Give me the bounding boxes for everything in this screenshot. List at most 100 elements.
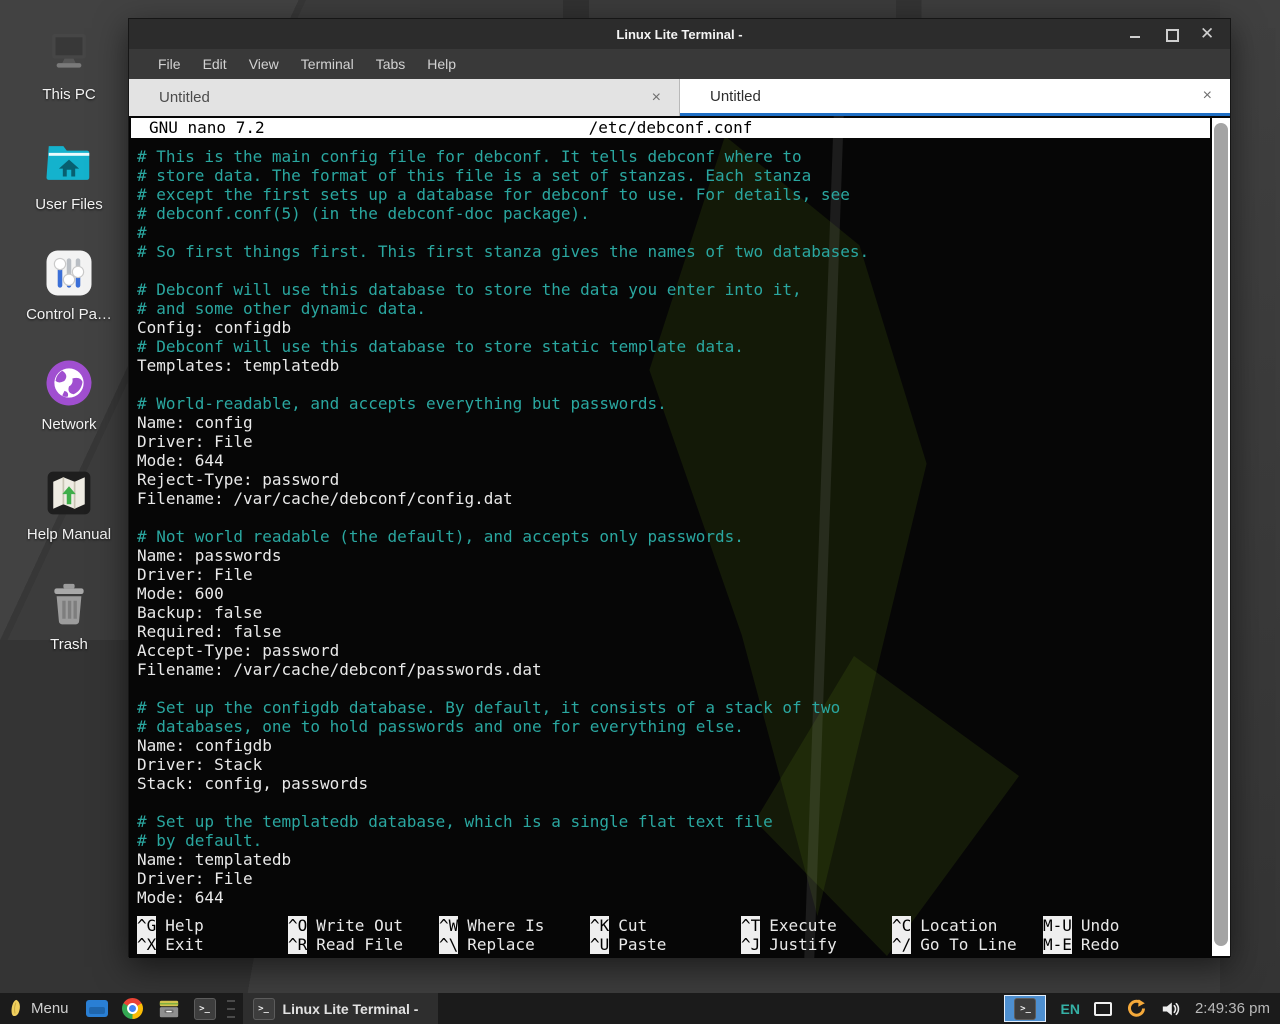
tab-label: Untitled [159, 89, 210, 106]
nano-shortcut: ^JJustify [741, 935, 892, 954]
tab-close-icon[interactable]: × [1203, 87, 1212, 105]
nano-line [137, 508, 1204, 527]
menu-edit[interactable]: Edit [192, 52, 238, 76]
volume-icon[interactable] [1161, 1000, 1181, 1018]
tab-label: Untitled [710, 88, 761, 105]
terminal-icon: >_ [194, 998, 216, 1020]
nano-line: # Set up the configdb database. By defau… [137, 698, 1204, 717]
nano-line: # by default. [137, 831, 1204, 850]
taskbar-window-label: Linux Lite Terminal - [283, 1001, 419, 1017]
menu-file[interactable]: File [147, 52, 192, 76]
nano-line: Driver: Stack [137, 755, 1204, 774]
clock[interactable]: 2:49:36 pm [1195, 1000, 1270, 1017]
scrollbar-track[interactable] [1212, 118, 1230, 956]
maximize-icon[interactable] [1164, 27, 1178, 41]
file-manager-launcher[interactable] [84, 996, 110, 1022]
window-titlebar[interactable]: Linux Lite Terminal - ✕ [129, 19, 1230, 49]
network-globe-icon [41, 354, 97, 412]
nano-shortcut: ^GHelp [137, 916, 288, 935]
terminal-content[interactable]: GNU nano 7.2 /etc/debconf.conf # This is… [129, 116, 1230, 958]
nano-editor-lines: # This is the main config file for debco… [137, 147, 1204, 907]
menu-terminal[interactable]: Terminal [290, 52, 365, 76]
nano-line: Name: config [137, 413, 1204, 432]
nano-line: # Debconf will use this database to stor… [137, 337, 1204, 356]
nano-line: Accept-Type: password [137, 641, 1204, 660]
nano-line: Name: configdb [137, 736, 1204, 755]
nano-line: Filename: /var/cache/debconf/passwords.d… [137, 660, 1204, 679]
menu-button[interactable]: Menu [0, 993, 79, 1024]
taskbar-separator[interactable] [227, 1000, 235, 1018]
this-pc-icon [41, 24, 97, 82]
window-controls: ✕ [1128, 27, 1230, 41]
nano-line: Templates: templatedb [137, 356, 1204, 375]
nano-line: # Debconf will use this database to stor… [137, 280, 1204, 299]
nano-shortcut: ^OWrite Out [288, 916, 439, 935]
desktop-icon-control-panel[interactable]: Control Pa… [8, 244, 130, 354]
nano-line: # [137, 223, 1204, 242]
nano-line: # debconf.conf(5) (in the debconf-doc pa… [137, 204, 1204, 223]
desktop-icon-network[interactable]: Network [8, 354, 130, 464]
nano-line: Reject-Type: password [137, 470, 1204, 489]
nano-shortcut-bar: ^GHelp ^OWrite Out ^WWhere Is ^KCut ^TEx… [137, 916, 1204, 954]
nano-titlebar: GNU nano 7.2 /etc/debconf.conf [131, 118, 1210, 138]
terminal-window: Linux Lite Terminal - ✕ File Edit View T… [128, 18, 1231, 957]
close-icon[interactable]: ✕ [1200, 27, 1214, 41]
nano-line [137, 679, 1204, 698]
file-manager-icon [86, 1000, 108, 1017]
menu-help[interactable]: Help [416, 52, 467, 76]
taskbar-window-button[interactable]: >_ Linux Lite Terminal - [243, 993, 438, 1024]
tab-untitled-1[interactable]: Untitled × [129, 79, 680, 116]
taskbar: Menu >_ >_ Linux Lite Terminal - >_ EN [0, 993, 1280, 1024]
menu-tabs[interactable]: Tabs [365, 52, 417, 76]
nano-line: # databases, one to hold passwords and o… [137, 717, 1204, 736]
chrome-icon [122, 998, 143, 1019]
nano-shortcut: ^RRead File [288, 935, 439, 954]
nano-line: Name: templatedb [137, 850, 1204, 869]
nano-line: # Not world readable (the default), and … [137, 527, 1204, 546]
desktop-icon-help-manual[interactable]: Help Manual [8, 464, 130, 574]
language-indicator[interactable]: EN [1060, 1001, 1079, 1017]
desktop-icon-label: Control Pa… [26, 306, 112, 323]
minimize-icon[interactable] [1128, 27, 1142, 41]
nano-line: Driver: File [137, 869, 1204, 888]
nano-filename: /etc/debconf.conf [131, 118, 1210, 138]
trash-icon [41, 574, 97, 632]
terminal-icon: >_ [1014, 998, 1036, 1020]
nano-shortcut: ^KCut [590, 916, 741, 935]
desktop-icon-this-pc[interactable]: This PC [8, 24, 130, 134]
user-files-folder-icon [41, 134, 97, 192]
desktop-icon-trash[interactable]: Trash [8, 574, 130, 684]
nano-shortcut: ^CLocation [892, 916, 1043, 935]
terminal-launcher[interactable]: >_ [192, 996, 218, 1022]
nano-shortcut: ^XExit [137, 935, 288, 954]
chrome-launcher[interactable] [120, 996, 146, 1022]
scrollbar-thumb[interactable] [1214, 123, 1228, 946]
tab-untitled-2[interactable]: Untitled × [680, 79, 1230, 116]
nano-shortcut: ^WWhere Is [439, 916, 590, 935]
desktop-icon-label: Trash [50, 636, 88, 653]
help-manual-icon [41, 464, 97, 522]
terminal-icon: >_ [253, 998, 275, 1020]
nano-line: # Set up the templatedb database, which … [137, 812, 1204, 831]
menu-view[interactable]: View [238, 52, 290, 76]
nano-line: Mode: 644 [137, 451, 1204, 470]
nano-shortcut: ^TExecute [741, 916, 892, 935]
tab-bar: Untitled × Untitled × [129, 79, 1230, 116]
desktop-icon-label: This PC [42, 86, 95, 103]
nano-line: # World-readable, and accepts everything… [137, 394, 1204, 413]
nano-line [137, 375, 1204, 394]
desktop-icon-user-files[interactable]: User Files [8, 134, 130, 244]
archive-launcher[interactable] [156, 996, 182, 1022]
control-panel-icon [41, 244, 97, 302]
tab-close-icon[interactable]: × [652, 89, 661, 107]
nano-line: Required: false [137, 622, 1204, 641]
display-icon[interactable] [1094, 1002, 1112, 1016]
nano-line: Driver: File [137, 565, 1204, 584]
nano-line: # So first things first. This first stan… [137, 242, 1204, 261]
update-notifier-icon[interactable] [1126, 998, 1147, 1019]
nano-shortcut: M-UUndo [1043, 916, 1194, 935]
nano-line: Filename: /var/cache/debconf/config.dat [137, 489, 1204, 508]
tray-terminal-icon[interactable]: >_ [1004, 995, 1046, 1022]
desktop-icon-column: This PC User Files [8, 24, 130, 684]
nano-line: Backup: false [137, 603, 1204, 622]
